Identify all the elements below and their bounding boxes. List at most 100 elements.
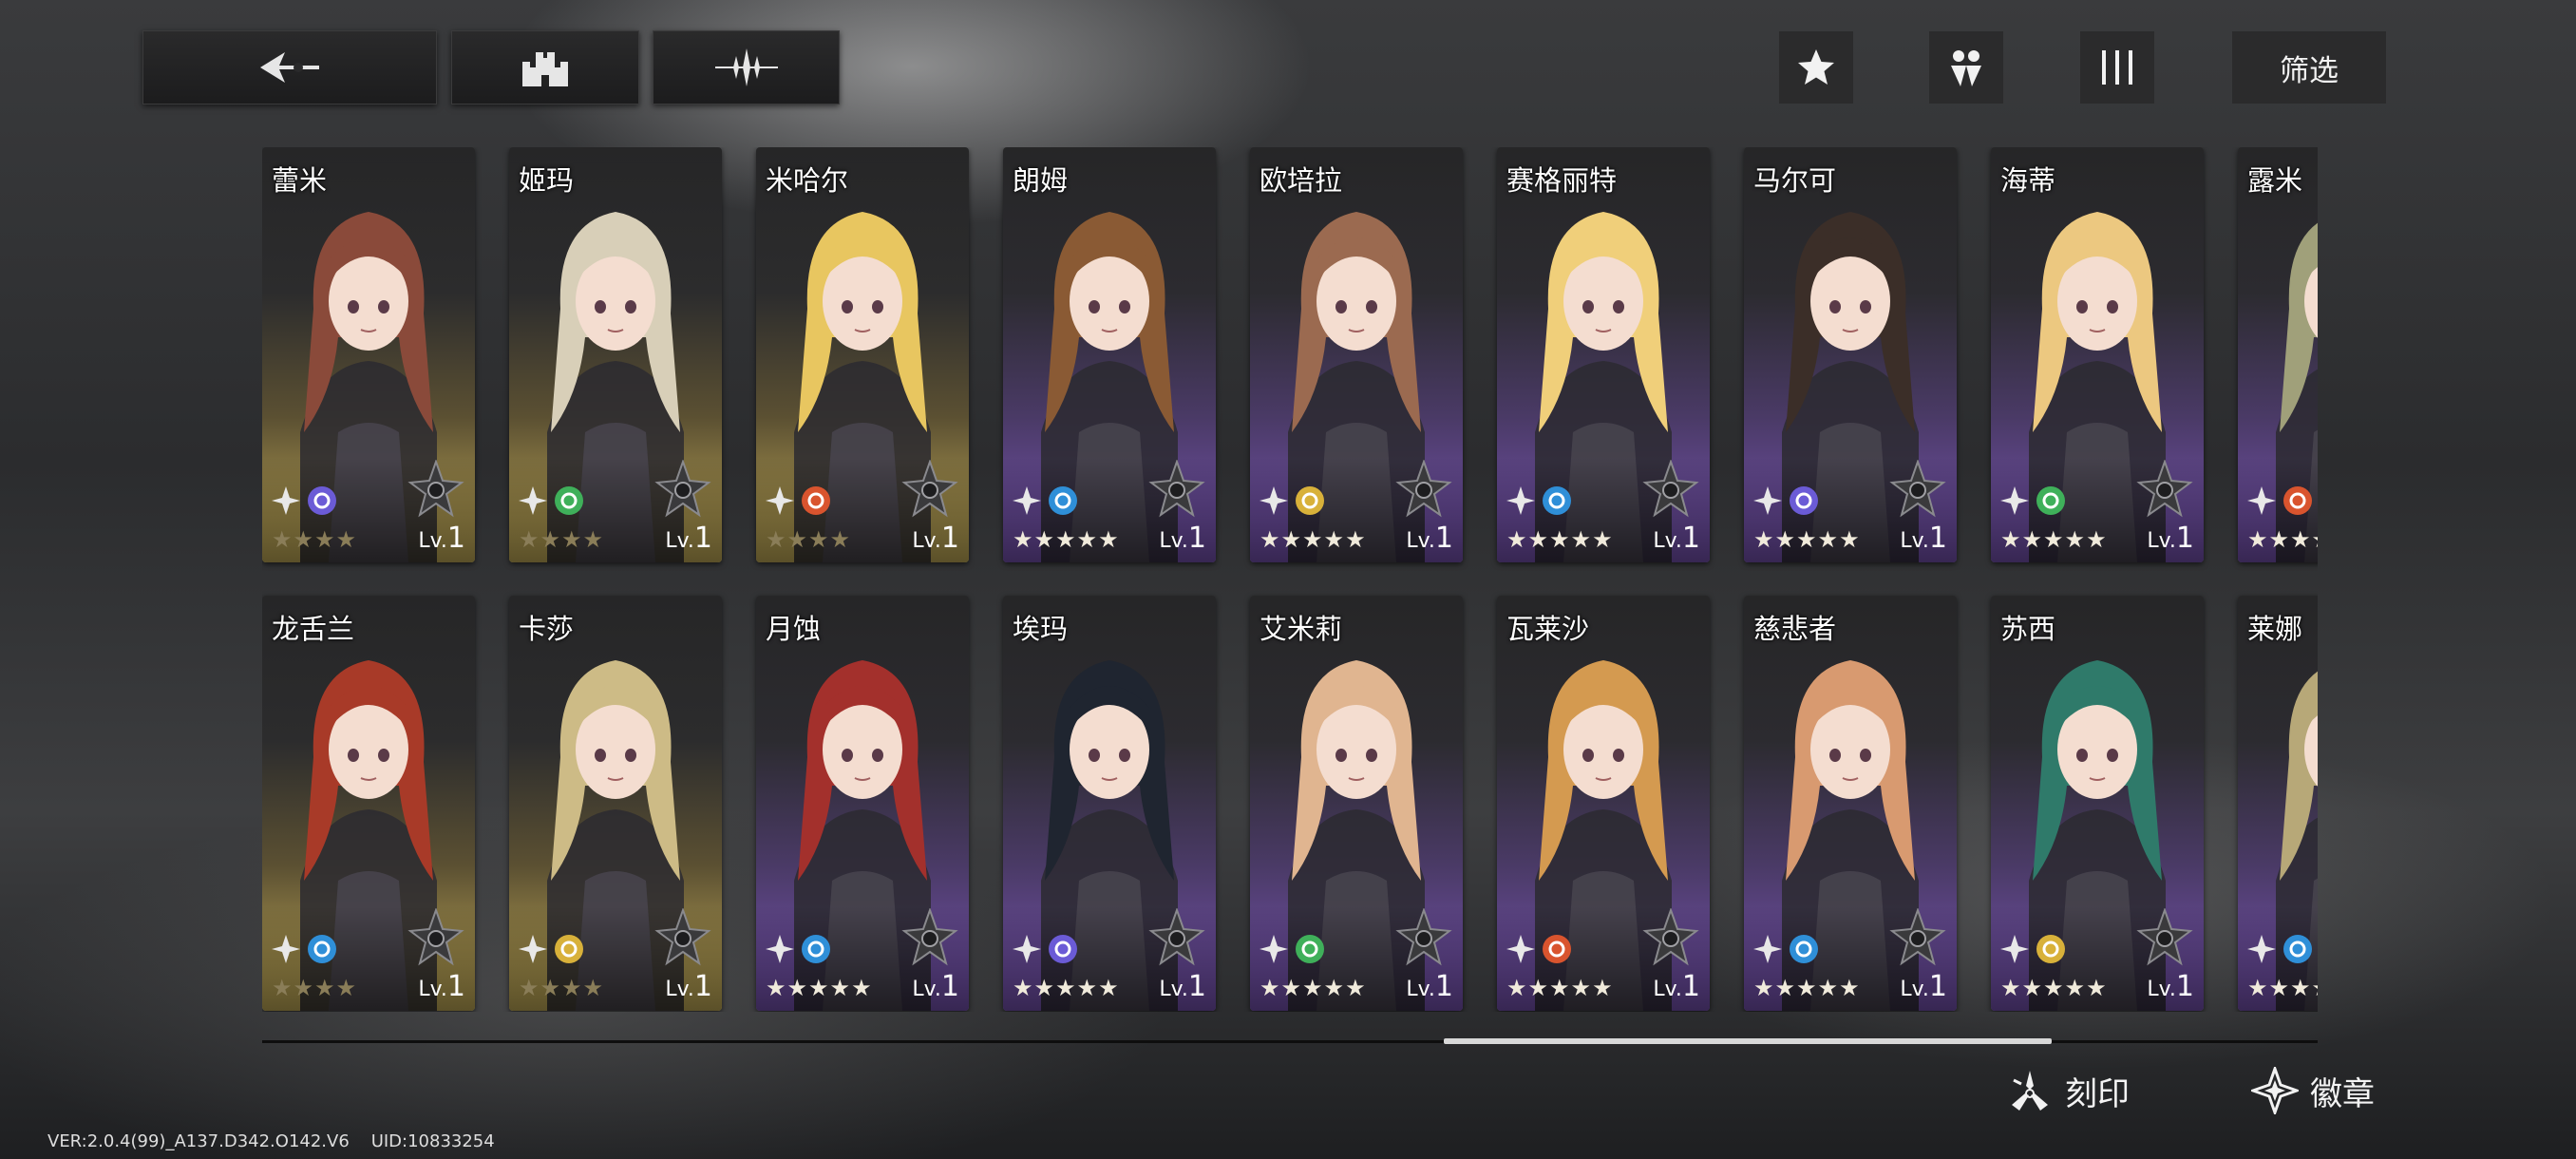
character-card[interactable]: 莱娜★★★★★Lv.1 [2238,596,2318,1011]
badge-button[interactable]: 徽章 [2251,1062,2375,1119]
favorite-button[interactable] [1779,31,1853,104]
filter-label: 筛选 [2280,53,2339,88]
character-card[interactable]: 马尔可 ★★★★★ Lv.1 [1744,147,1957,562]
imprint-button[interactable]: 刻印 [2006,1062,2130,1119]
star-rating: ★★★★ [272,526,358,553]
character-name: 赛格丽特 [1506,164,1618,197]
class-icon [272,486,300,515]
level-value: 1 [940,970,959,1003]
filter-button[interactable]: 筛选 [2232,31,2386,104]
character-name: 埃玛 [1013,613,1069,645]
scroll-thumb[interactable] [1444,1038,2052,1044]
level-value: 1 [1434,970,1453,1003]
class-icon [1260,935,1288,963]
uid-text: UID:10833254 [370,1131,495,1151]
star-rating: ★★★★★ [2000,526,2108,553]
character-card[interactable]: 赛格丽特 ★★★★★ Lv.1 [1497,147,1710,562]
level-value: 1 [2175,970,2194,1003]
character-name: 龙舌兰 [272,613,355,645]
class-icon [1753,486,1782,515]
level-label: Lv.1 [1653,522,1700,555]
star-rating: ★★★★ [766,526,852,553]
character-card[interactable]: 慈悲者 ★★★★★ Lv.1 [1744,596,1957,1011]
character-card[interactable]: 蕾米 ★★★★ Lv.1 [262,147,475,562]
element-icon [802,486,830,515]
rank-emblem-icon [1395,460,1452,518]
character-card[interactable]: 月蚀 ★★★★★ Lv.1 [756,596,969,1011]
level-value: 1 [446,522,465,555]
class-icon [2247,935,2276,963]
star-rating: ★★★★★ [1753,975,1861,1001]
imprint-icon [2012,1071,2048,1111]
level-value: 1 [1187,970,1206,1003]
sort-button[interactable] [2080,31,2154,104]
level-label: Lv.1 [1653,970,1700,1003]
element-icon [555,486,583,515]
character-card[interactable]: 苏西 ★★★★★ Lv.1 [1991,596,2204,1011]
character-name: 米哈尔 [766,164,849,197]
base-button[interactable] [451,30,639,104]
character-name: 艾米莉 [1260,613,1343,645]
class-icon [1013,935,1041,963]
character-card[interactable]: 卡莎 ★★★★ Lv.1 [509,596,722,1011]
level-prefix: Lv. [1900,529,1929,553]
star-rating: ★★★★★ [1013,526,1120,553]
level-value: 1 [940,522,959,555]
level-prefix: Lv. [418,978,447,1001]
level-value: 1 [1681,522,1700,555]
character-card[interactable]: 瓦莱沙 ★★★★★ Lv.1 [1497,596,1710,1011]
level-prefix: Lv. [1406,978,1435,1001]
element-icon [1049,486,1077,515]
rank-emblem-icon [407,908,464,966]
back-button[interactable] [142,30,437,104]
element-icon [2283,935,2312,963]
level-label: Lv.1 [1159,522,1206,555]
character-card[interactable]: 艾米莉 ★★★★★ Lv.1 [1250,596,1463,1011]
character-grid[interactable]: 蕾米 ★★★★ Lv.1 姬玛 ★★★★ Lv.1 米哈尔 ★★★★ Lv.1 朗姆 ★★★★★ Lv… [262,147,2318,1012]
star-rating: ★★★★★ [1506,526,1614,553]
character-card[interactable]: 海蒂 ★★★★★ Lv.1 [1991,147,2204,562]
level-prefix: Lv. [1653,978,1682,1001]
character-name: 月蚀 [766,613,822,645]
rank-emblem-icon [654,460,711,518]
rank-emblem-icon [1148,908,1205,966]
level-value: 1 [1681,970,1700,1003]
character-card[interactable]: 米哈尔 ★★★★ Lv.1 [756,147,969,562]
level-value: 1 [446,970,465,1003]
level-value: 1 [1928,522,1947,555]
character-name: 海蒂 [2000,164,2056,197]
level-prefix: Lv. [1159,978,1188,1001]
level-value: 1 [1928,970,1947,1003]
version-text: VER:2.0.4(99)_A137.D342.O142.V6 [47,1131,350,1151]
level-value: 1 [1434,522,1453,555]
team-button[interactable] [1929,31,2003,104]
character-card[interactable]: 露米★★★★★Lv.1 [2238,147,2318,562]
character-name: 欧培拉 [1260,164,1343,197]
star-rating: ★★★★★ [766,975,873,1001]
element-icon [1296,486,1324,515]
class-icon [519,486,547,515]
class-icon [2000,935,2029,963]
rank-emblem-icon [1148,460,1205,518]
imprint-label: 刻印 [2065,1074,2130,1113]
star-rating: ★★★★★ [1506,975,1614,1001]
class-icon [1506,486,1535,515]
character-card[interactable]: 朗姆 ★★★★★ Lv.1 [1003,147,1216,562]
character-card[interactable]: 姬玛 ★★★★ Lv.1 [509,147,722,562]
star-rating: ★★★★ [272,975,358,1001]
element-icon [1049,935,1077,963]
star-rating: ★★★★★ [1013,975,1120,1001]
character-card[interactable]: 埃玛 ★★★★★ Lv.1 [1003,596,1216,1011]
level-label: Lv.1 [1900,970,1947,1003]
level-label: Lv.1 [1406,522,1453,555]
star-rating: ★★★★★ [1753,526,1861,553]
back-arrow-icon [260,52,319,83]
character-card[interactable]: 欧培拉 ★★★★★ Lv.1 [1250,147,1463,562]
formation-button[interactable] [653,30,840,104]
rank-emblem-icon [1642,908,1699,966]
star-rating: ★★★★★ [2000,975,2108,1001]
level-prefix: Lv. [2147,978,2176,1001]
class-icon [1013,486,1041,515]
level-prefix: Lv. [418,529,447,553]
character-card[interactable]: 龙舌兰 ★★★★ Lv.1 [262,596,475,1011]
